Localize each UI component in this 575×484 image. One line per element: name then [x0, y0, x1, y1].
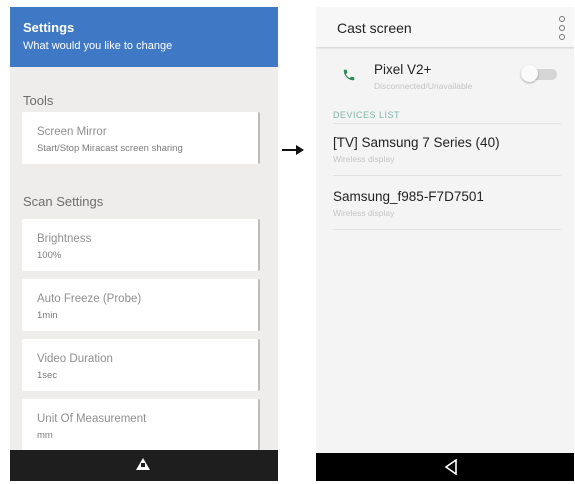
cast-toggle-knob[interactable] [521, 65, 538, 82]
settings-header: Settings What would you like to change [10, 7, 278, 67]
home-triangle-icon[interactable] [136, 458, 150, 470]
device-list-item-title[interactable]: Samsung_f985-F7D7501 [333, 189, 484, 204]
cast-screen: Cast screen Pixel V2+ Disconnected/Unava… [316, 7, 574, 481]
setting-item-subtitle: 1sec [37, 370, 58, 381]
device-list-item-subtitle: Wireless display [333, 154, 395, 164]
setting-item-subtitle: mm [37, 430, 53, 441]
setting-item-subtitle: 100% [37, 250, 62, 261]
right-navigation-bar [316, 453, 574, 481]
settings-subtitle: What would you like to change [23, 40, 173, 52]
section-title-scan-settings: Scan Settings [23, 194, 104, 209]
setting-item-subtitle: Start/Stop Miracast screen sharing [37, 143, 183, 154]
phone-icon [343, 69, 355, 81]
arrow-right-icon [282, 145, 304, 155]
setting-item-title: Screen Mirror [37, 126, 107, 138]
current-device-name[interactable]: Pixel V2+ [374, 62, 431, 77]
setting-item-screen-mirror[interactable]: Screen Mirror Start/Stop Miracast screen… [22, 112, 260, 164]
device-list-item-subtitle: Wireless display [333, 208, 395, 218]
setting-item-subtitle: 1min [37, 310, 58, 321]
setting-item-brightness[interactable]: Brightness 100% [22, 219, 260, 271]
left-navigation-bar [10, 450, 278, 481]
setting-item-video-duration[interactable]: Video Duration 1sec [22, 339, 260, 391]
cast-header: Cast screen [316, 7, 574, 47]
setting-item-auto-freeze[interactable]: Auto Freeze (Probe) 1min [22, 279, 260, 331]
settings-screen: Settings What would you like to change T… [10, 7, 278, 481]
back-icon[interactable] [444, 459, 458, 475]
setting-item-title: Auto Freeze (Probe) [37, 293, 142, 305]
section-title-tools: Tools [23, 93, 54, 108]
more-vert-icon[interactable] [559, 16, 565, 40]
divider [333, 229, 561, 230]
cast-title: Cast screen [337, 20, 412, 36]
device-list-item-title[interactable]: [TV] Samsung 7 Series (40) [333, 135, 500, 150]
divider [333, 123, 561, 124]
setting-item-title: Brightness [37, 233, 92, 245]
setting-item-unit-of-measurement[interactable]: Unit Of Measurement mm [22, 399, 260, 451]
devices-list-label: DEVICES LIST [333, 110, 401, 120]
current-device-status: Disconnected/Unavailable [374, 81, 473, 91]
settings-title: Settings [23, 20, 75, 35]
divider [333, 175, 561, 176]
setting-item-title: Unit Of Measurement [37, 413, 147, 425]
setting-item-title: Video Duration [37, 353, 113, 365]
